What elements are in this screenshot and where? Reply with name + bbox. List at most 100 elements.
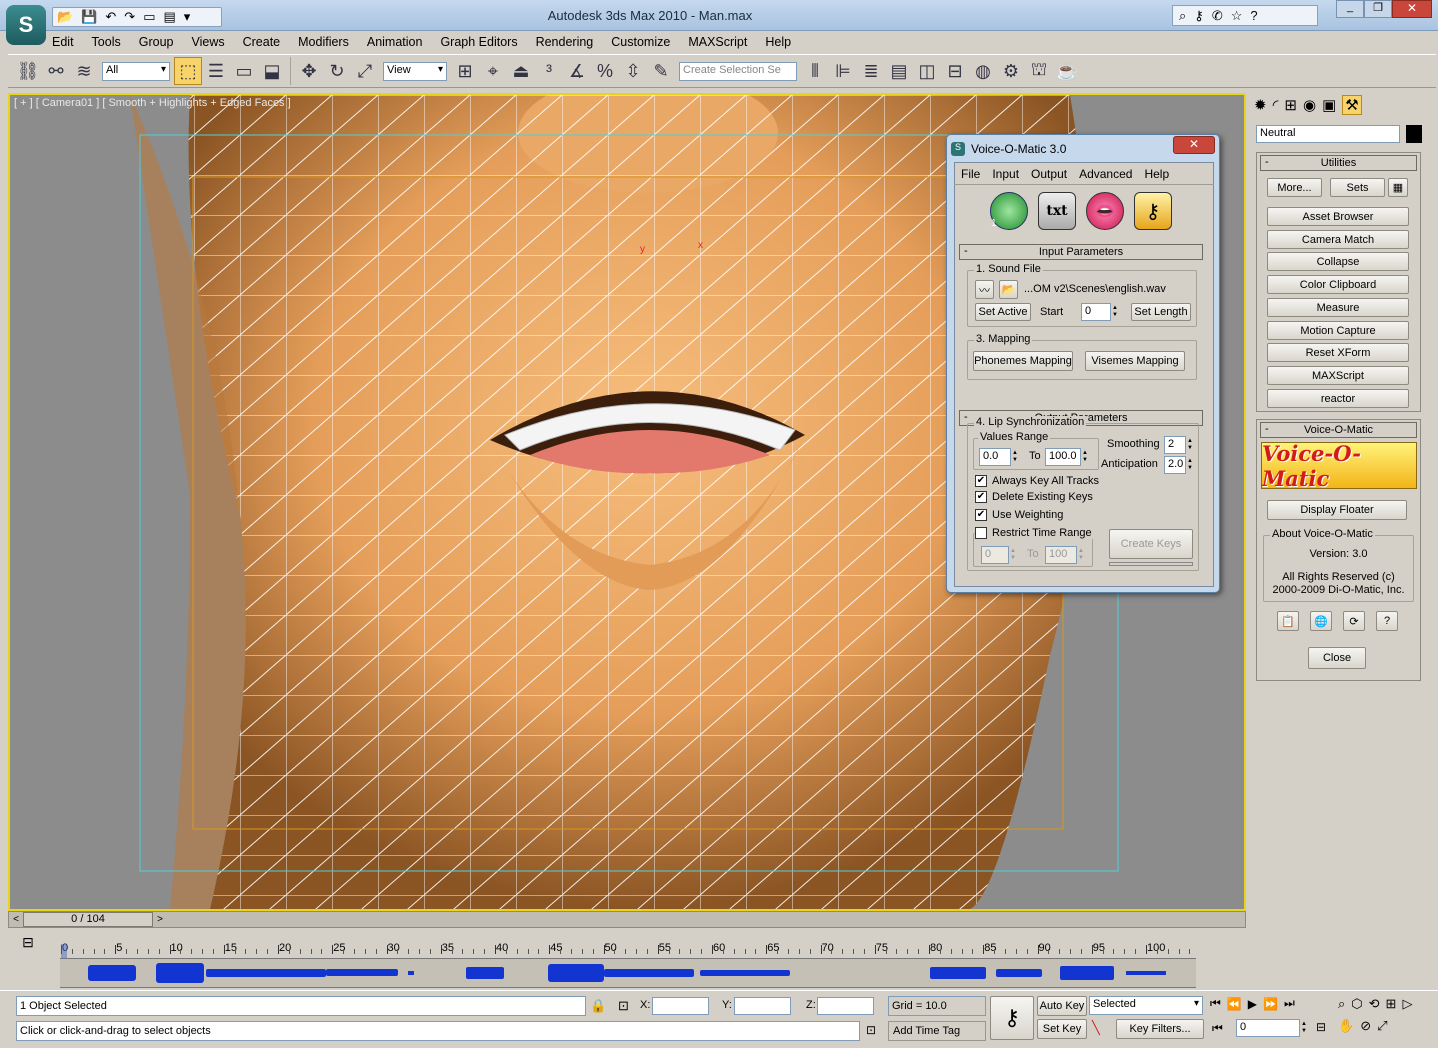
utility-asset-browser[interactable]: Asset Browser bbox=[1267, 207, 1409, 226]
project-icon[interactable]: ▤ bbox=[163, 9, 175, 25]
hierarchy-tab-icon[interactable]: ⊞ bbox=[1284, 96, 1297, 114]
vom-rollout-header[interactable]: - Voice-O-Matic bbox=[1260, 422, 1417, 438]
menu-customize[interactable]: Customize bbox=[611, 35, 670, 49]
menu-edit[interactable]: Edit bbox=[52, 35, 74, 49]
bind-spacewarp-icon[interactable]: ≋ bbox=[70, 57, 98, 85]
time-slider[interactable]: < 0 / 104 > bbox=[8, 911, 1246, 928]
graphite-toggle-icon[interactable]: ▤ bbox=[885, 57, 913, 85]
y-coord-field[interactable] bbox=[734, 997, 791, 1015]
close-utility-button[interactable]: Close bbox=[1308, 647, 1366, 669]
rotate-icon[interactable]: ↻ bbox=[323, 57, 351, 85]
selection-filter-dropdown[interactable]: All bbox=[102, 61, 170, 81]
absolute-mode-icon[interactable]: ⊡ bbox=[618, 998, 634, 1014]
smoothing-spinner[interactable]: 2 ▲ ▼ bbox=[1164, 436, 1195, 454]
zoom-all-icon[interactable]: ⬡ bbox=[1351, 996, 1362, 1012]
visemes-mapping-button[interactable]: Visemes Mapping bbox=[1085, 351, 1185, 371]
delete-keys-checkbox[interactable]: ✔ Delete Existing Keys bbox=[975, 491, 1093, 503]
rect-region-icon[interactable]: ▭ bbox=[230, 57, 258, 85]
schematic-view-icon[interactable]: ⊟ bbox=[941, 57, 969, 85]
menu-views[interactable]: Views bbox=[191, 35, 224, 49]
app-logo-icon[interactable]: S bbox=[6, 5, 46, 45]
new-icon[interactable]: ▭ bbox=[143, 9, 155, 25]
edit-named-selection-icon[interactable]: ✎ bbox=[647, 57, 675, 85]
set-key-button[interactable]: Set Key bbox=[1037, 1019, 1087, 1039]
sets-button[interactable]: Sets bbox=[1330, 178, 1385, 197]
utility-color-clipboard[interactable]: Color Clipboard bbox=[1267, 275, 1409, 294]
material-editor-icon[interactable]: ◍ bbox=[969, 57, 997, 85]
qat-menu-icon[interactable]: ▾ bbox=[184, 9, 191, 25]
pivot-center-icon[interactable]: ⊞ bbox=[451, 57, 479, 85]
spinner-snap-icon[interactable]: ⇳ bbox=[619, 57, 647, 85]
close-window-button[interactable]: ✕ bbox=[1392, 0, 1432, 18]
lock-selection-icon[interactable]: 🔒 bbox=[590, 998, 606, 1014]
checkbox-checked-icon[interactable]: ✔ bbox=[975, 509, 987, 521]
from-value-spinner[interactable]: 0.0 ▲ ▼ bbox=[979, 448, 1020, 466]
menu-modifiers[interactable]: Modifiers bbox=[298, 35, 349, 49]
ref-coord-dropdown[interactable]: View bbox=[383, 61, 447, 81]
clipboard-icon[interactable]: 📋 bbox=[1277, 611, 1299, 631]
angle-snap-icon[interactable]: ∡ bbox=[563, 57, 591, 85]
go-to-start-icon[interactable]: ⏮ bbox=[1210, 996, 1221, 1011]
key-icon[interactable]: ⚷ bbox=[1194, 8, 1204, 24]
key-frame-icon[interactable]: ⚷ bbox=[1134, 192, 1172, 230]
checkbox-checked-icon[interactable]: ✔ bbox=[975, 475, 987, 487]
utility-maxscript[interactable]: MAXScript bbox=[1267, 366, 1409, 385]
mirror-icon[interactable]: ⫴ bbox=[801, 57, 829, 85]
utility-reactor[interactable]: reactor bbox=[1267, 389, 1409, 408]
use-weighting-checkbox[interactable]: ✔ Use Weighting bbox=[975, 509, 1063, 521]
time-prev-icon[interactable]: < bbox=[9, 914, 23, 925]
add-time-tag[interactable]: Add Time Tag bbox=[888, 1021, 986, 1041]
text-icon[interactable]: txt bbox=[1038, 192, 1076, 230]
phonemes-mapping-button[interactable]: Phonemes Mapping bbox=[973, 351, 1073, 371]
menu-animation[interactable]: Animation bbox=[367, 35, 423, 49]
utility-collapse[interactable]: Collapse bbox=[1267, 252, 1409, 271]
more-utilities-button[interactable]: More... bbox=[1267, 178, 1322, 197]
display-floater-button[interactable]: Display Floater bbox=[1267, 500, 1407, 520]
move-icon[interactable]: ✥ bbox=[295, 57, 323, 85]
dialog-menu-file[interactable]: File bbox=[961, 167, 980, 181]
maximize-toggle-icon[interactable]: ⤢ bbox=[1377, 1018, 1387, 1034]
curve-editor-icon[interactable]: ◫ bbox=[913, 57, 941, 85]
open-file-icon[interactable]: 📂 bbox=[999, 280, 1018, 299]
unlink-icon[interactable]: ⚯ bbox=[42, 57, 70, 85]
menu-rendering[interactable]: Rendering bbox=[536, 35, 594, 49]
menu-group[interactable]: Group bbox=[139, 35, 174, 49]
favorites-icon[interactable]: ☆ bbox=[1231, 8, 1243, 24]
modify-tab-icon[interactable]: ◜ bbox=[1273, 96, 1279, 114]
utility-measure[interactable]: Measure bbox=[1267, 298, 1409, 317]
motion-tab-icon[interactable]: ◉ bbox=[1303, 96, 1316, 114]
key-mode-toggle-icon[interactable]: ⏮ bbox=[1212, 1021, 1223, 1036]
undo-icon[interactable]: ↶ bbox=[105, 9, 116, 25]
zoom-icon[interactable]: ⌕ bbox=[1338, 996, 1345, 1012]
utilities-tab-icon[interactable]: ⚒ bbox=[1342, 95, 1362, 115]
current-frame-spinner[interactable]: 0 ▲ ▼ bbox=[1236, 1019, 1309, 1037]
menu-create[interactable]: Create bbox=[243, 35, 281, 49]
named-selection-input[interactable]: Create Selection Se bbox=[679, 61, 797, 81]
web-icon[interactable]: 🌐 bbox=[1310, 611, 1332, 631]
create-keys-button[interactable]: Create Keys bbox=[1109, 529, 1193, 559]
object-color-swatch[interactable] bbox=[1406, 125, 1422, 143]
menu-graph-editors[interactable]: Graph Editors bbox=[440, 35, 517, 49]
select-by-name-icon[interactable]: ☰ bbox=[202, 57, 230, 85]
previous-frame-icon[interactable]: ⏪ bbox=[1227, 997, 1242, 1011]
set-length-button[interactable]: Set Length bbox=[1131, 303, 1191, 321]
auto-key-button[interactable]: Auto Key bbox=[1037, 996, 1087, 1016]
input-params-header[interactable]: - Input Parameters bbox=[959, 244, 1203, 260]
key-filters-button[interactable]: Key Filters... bbox=[1116, 1019, 1204, 1039]
utility-camera-match[interactable]: Camera Match bbox=[1267, 230, 1409, 249]
track-bar[interactable]: 0510152025303540455055606570758085909510… bbox=[58, 932, 1198, 988]
percent-snap-icon[interactable]: % bbox=[591, 57, 619, 85]
dialog-menu-help[interactable]: Help bbox=[1144, 167, 1169, 181]
configure-sets-icon[interactable]: ▦ bbox=[1388, 178, 1408, 197]
waveform-icon[interactable]: 〰 bbox=[975, 280, 994, 299]
render-setup-icon[interactable]: ⚙ bbox=[997, 57, 1025, 85]
utility-motion-capture[interactable]: Motion Capture bbox=[1267, 321, 1409, 340]
key-mode-dropdown[interactable]: Selected bbox=[1089, 996, 1203, 1015]
window-crossing-icon[interactable]: ⬓ bbox=[258, 57, 286, 85]
anticipation-spinner[interactable]: 2.0 ▲ ▼ bbox=[1164, 456, 1195, 474]
time-config-icon[interactable]: ⊟ bbox=[1316, 1020, 1326, 1034]
sound-wave-icon[interactable]: 1 bbox=[990, 192, 1028, 230]
scale-icon[interactable]: ⤢ bbox=[351, 57, 379, 85]
mini-curve-toggle-icon[interactable]: ⊟ bbox=[18, 934, 38, 952]
binoculars-icon[interactable]: ⌕ bbox=[1179, 8, 1186, 24]
